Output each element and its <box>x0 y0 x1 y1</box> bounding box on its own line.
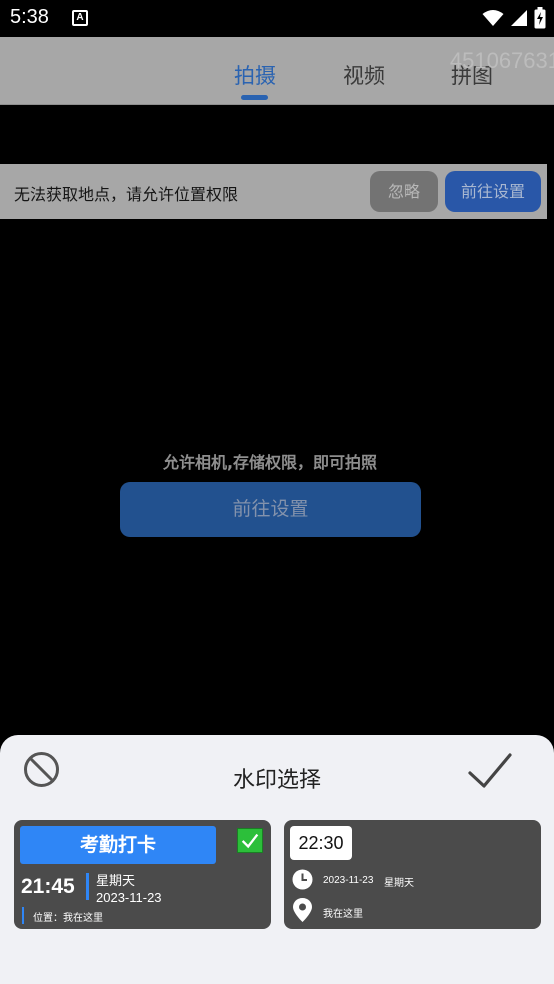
watermark-time: 21:45 <box>21 875 75 898</box>
tab-video[interactable]: 视频 <box>343 60 385 90</box>
location-divider <box>22 907 24 924</box>
tab-photo[interactable]: 拍摄 <box>234 60 276 90</box>
active-tab-indicator <box>241 95 268 100</box>
watermark-sheet: 水印选择 考勤打卡 21:45 星期天 2023-11-23 位置：我在这里 2… <box>0 735 554 984</box>
screen: 5:38 A 拍摄 视频 拼图 451067631 无法获取地点，请允许位置权限… <box>0 0 554 984</box>
watermark-location: 位置：我在这里 <box>33 913 103 924</box>
watermark-time: 22:30 <box>290 826 352 860</box>
watermark-weekday: 星期天 <box>384 878 414 889</box>
ignore-button[interactable]: 忽略 <box>370 171 438 212</box>
location-pin-icon <box>293 898 312 922</box>
location-settings-button[interactable]: 前往设置 <box>445 171 541 212</box>
watermark-location: 我在这里 <box>323 909 363 920</box>
camera-permission-text: 允许相机,存储权限，即可拍照 <box>162 453 378 472</box>
notification-a-icon: A <box>72 10 88 26</box>
wifi-icon <box>482 10 504 26</box>
watermark-date: 2023-11-23 <box>323 875 374 886</box>
location-warning-text: 无法获取地点，请允许位置权限 <box>14 185 239 204</box>
clock-icon <box>292 869 313 890</box>
signal-icon <box>511 10 527 26</box>
watermark-date: 2023-11-23 <box>96 890 162 905</box>
camera-settings-button[interactable]: 前往设置 <box>120 482 421 537</box>
selected-check-icon <box>237 828 263 853</box>
status-icons <box>482 7 546 29</box>
watermark-card-attendance[interactable]: 考勤打卡 21:45 星期天 2023-11-23 位置：我在这里 <box>14 820 271 929</box>
checkmark-icon[interactable] <box>467 751 513 791</box>
status-bar: 5:38 A <box>0 0 554 37</box>
location-permission-banner: 无法获取地点，请允许位置权限 忽略 前往设置 <box>0 164 547 219</box>
corner-id-text: 451067631 <box>449 48 554 73</box>
time-divider <box>86 873 89 900</box>
battery-icon <box>534 7 546 29</box>
mode-tab-bar: 拍摄 视频 拼图 451067631 <box>0 37 554 105</box>
watermark-header: 考勤打卡 <box>20 826 216 864</box>
watermark-weekday: 星期天 <box>96 874 136 889</box>
status-time: 5:38 <box>10 6 49 28</box>
watermark-card-time[interactable]: 22:30 2023-11-23 星期天 我在这里 <box>284 820 541 929</box>
